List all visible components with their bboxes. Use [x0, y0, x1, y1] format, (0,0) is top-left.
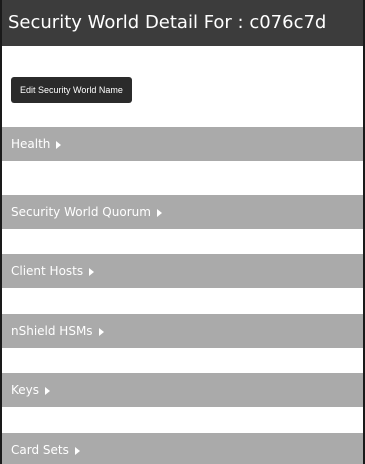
chevron-right-icon: [74, 446, 80, 455]
section-label: Security World Quorum: [11, 205, 151, 219]
chevron-right-icon: [156, 208, 162, 217]
chevron-right-icon: [89, 267, 95, 276]
chevron-right-icon: [56, 140, 62, 149]
section-label: Keys: [11, 383, 40, 397]
chevron-right-icon: [45, 386, 51, 395]
section-security-world-quorum[interactable]: Security World Quorum: [2, 195, 363, 229]
section-label: nShield HSMs: [11, 324, 93, 338]
section-nshield-hsms[interactable]: nShield HSMs: [2, 314, 363, 348]
page-title: Security World Detail For : c076c7d: [2, 0, 363, 46]
section-keys[interactable]: Keys: [2, 373, 363, 407]
section-label: Health: [11, 137, 51, 151]
chevron-right-icon: [98, 327, 104, 336]
section-label: Client Hosts: [11, 264, 84, 278]
section-card-sets[interactable]: Card Sets: [2, 433, 363, 464]
section-label: Card Sets: [11, 443, 69, 457]
security-world-detail-panel: Security World Detail For : c076c7d Edit…: [0, 0, 365, 464]
edit-security-world-name-button[interactable]: Edit Security World Name: [11, 77, 132, 103]
section-client-hosts[interactable]: Client Hosts: [2, 254, 363, 288]
section-health[interactable]: Health: [2, 127, 363, 161]
